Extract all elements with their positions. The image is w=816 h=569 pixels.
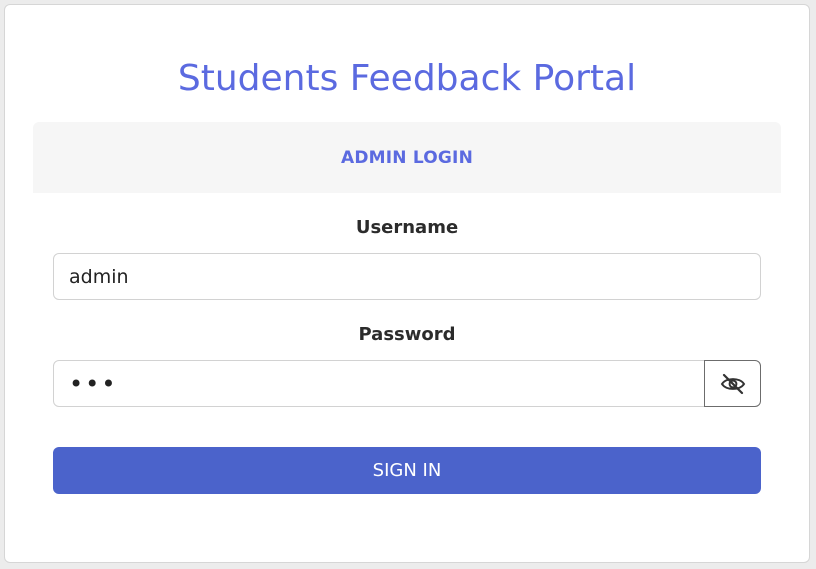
password-input[interactable] [53, 360, 705, 407]
eye-slash-icon [720, 373, 745, 394]
login-card: Students Feedback Portal ADMIN LOGIN Use… [4, 4, 810, 563]
username-input[interactable] [53, 253, 761, 300]
password-visibility-toggle[interactable] [704, 360, 761, 407]
login-header: ADMIN LOGIN [33, 122, 781, 193]
login-header-label: ADMIN LOGIN [340, 147, 474, 168]
sign-in-button[interactable]: SIGN IN [53, 447, 761, 494]
page-title: Students Feedback Portal [177, 58, 637, 99]
password-label: Password [358, 324, 456, 345]
username-label: Username [355, 217, 459, 238]
